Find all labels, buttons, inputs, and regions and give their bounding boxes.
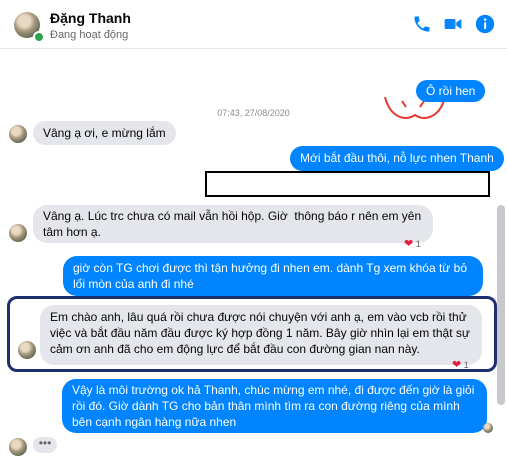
highlight-frame (7, 296, 497, 372)
message-bubble[interactable]: giờ còn TG chơi được thì tận hưởng đi nh… (63, 256, 483, 296)
scrollbar[interactable] (497, 205, 505, 405)
avatar (9, 224, 27, 242)
heart-icon: ❤ (404, 238, 414, 250)
typing-indicator: ••• (33, 437, 57, 453)
online-indicator (33, 31, 45, 43)
seen-avatar (483, 423, 493, 433)
reaction-badge[interactable]: ❤ 1 (404, 237, 421, 250)
message-bubble[interactable]: Ô rồi hen (416, 80, 486, 102)
contact-name[interactable]: Đặng Thanh (50, 10, 131, 26)
chat-header: Đặng Thanh Đang hoạt động (0, 0, 507, 49)
timestamp: 07:43, 27/08/2020 (217, 108, 290, 118)
avatar (9, 438, 27, 456)
message-bubble[interactable]: Mới bắt đầu thôi, nỗ lực nhen Thanh (290, 146, 504, 171)
message-bubble[interactable]: Vâng ạ ơi, e mừng lắm (33, 121, 176, 145)
message-bubble[interactable]: Vâng ạ. Lúc trc chưa có mail vẫn hồi hộp… (33, 205, 433, 243)
avatar (9, 125, 27, 143)
video-icon[interactable] (443, 14, 463, 34)
contact-status: Đang hoạt động (50, 29, 129, 41)
info-icon[interactable] (475, 14, 495, 34)
redaction-box (205, 171, 490, 197)
reaction-count: 1 (415, 239, 421, 249)
message-bubble[interactable]: Vậy là môi trường ok hả Thanh, chúc mừng… (62, 379, 487, 433)
phone-icon[interactable] (412, 14, 432, 34)
message-list[interactable]: Ô rồi hen 07:43, 27/08/2020 Vâng ạ ơi, e… (0, 49, 507, 466)
